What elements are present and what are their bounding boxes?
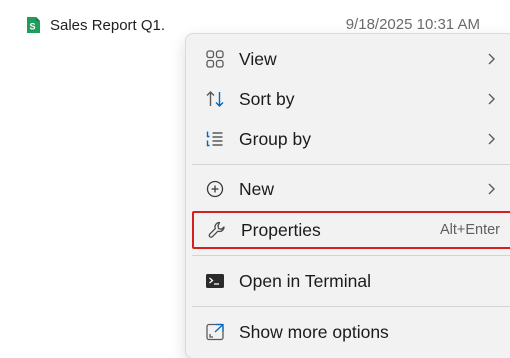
menu-item-properties[interactable]: Properties Alt+Enter: [192, 211, 510, 249]
sort-icon: [204, 88, 226, 110]
shortcut-label: Alt+Enter: [439, 222, 500, 238]
menu-separator: [192, 164, 510, 165]
menu-item-label: Group by: [239, 128, 311, 149]
file-date-modified: 9/18/2025 10:31 AM: [345, 16, 480, 33]
menu-item-label: Open in Terminal: [239, 270, 371, 291]
menu-separator: [192, 255, 510, 256]
menu-item-show-more-options[interactable]: Show more options: [192, 313, 510, 351]
chevron-right-icon: [484, 182, 498, 196]
file-name: Sales Report Q1.: [50, 16, 166, 34]
group-list-icon: [204, 128, 226, 150]
chevron-right-icon: [484, 92, 498, 106]
menu-item-view[interactable]: View: [192, 40, 510, 78]
menu-item-new[interactable]: New: [192, 170, 510, 208]
menu-item-sort-by[interactable]: Sort by: [192, 80, 510, 118]
context-menu: View Sort by Group by New Properties Alt…: [185, 33, 510, 358]
chevron-right-icon: [484, 52, 498, 66]
menu-item-label: Show more options: [239, 321, 389, 342]
menu-item-label: New: [239, 178, 275, 199]
wrench-icon: [206, 219, 228, 241]
explorer-window: S Sales Report Q1. 9/18/2025 10:31 AM Vi…: [0, 0, 510, 358]
menu-separator: [192, 306, 510, 307]
spreadsheet-file-icon: S: [24, 16, 42, 34]
more-options-icon: [204, 321, 226, 343]
terminal-icon: [204, 270, 226, 292]
menu-item-label: Sort by: [239, 88, 295, 109]
menu-item-label: View: [239, 48, 277, 69]
menu-item-open-in-terminal[interactable]: Open in Terminal: [192, 262, 510, 300]
view-grid-icon: [204, 48, 226, 70]
menu-item-group-by[interactable]: Group by: [192, 120, 510, 158]
file-icon-letter: S: [29, 22, 35, 32]
chevron-right-icon: [484, 132, 498, 146]
menu-item-label: Properties: [241, 219, 321, 240]
new-plus-icon: [204, 178, 226, 200]
